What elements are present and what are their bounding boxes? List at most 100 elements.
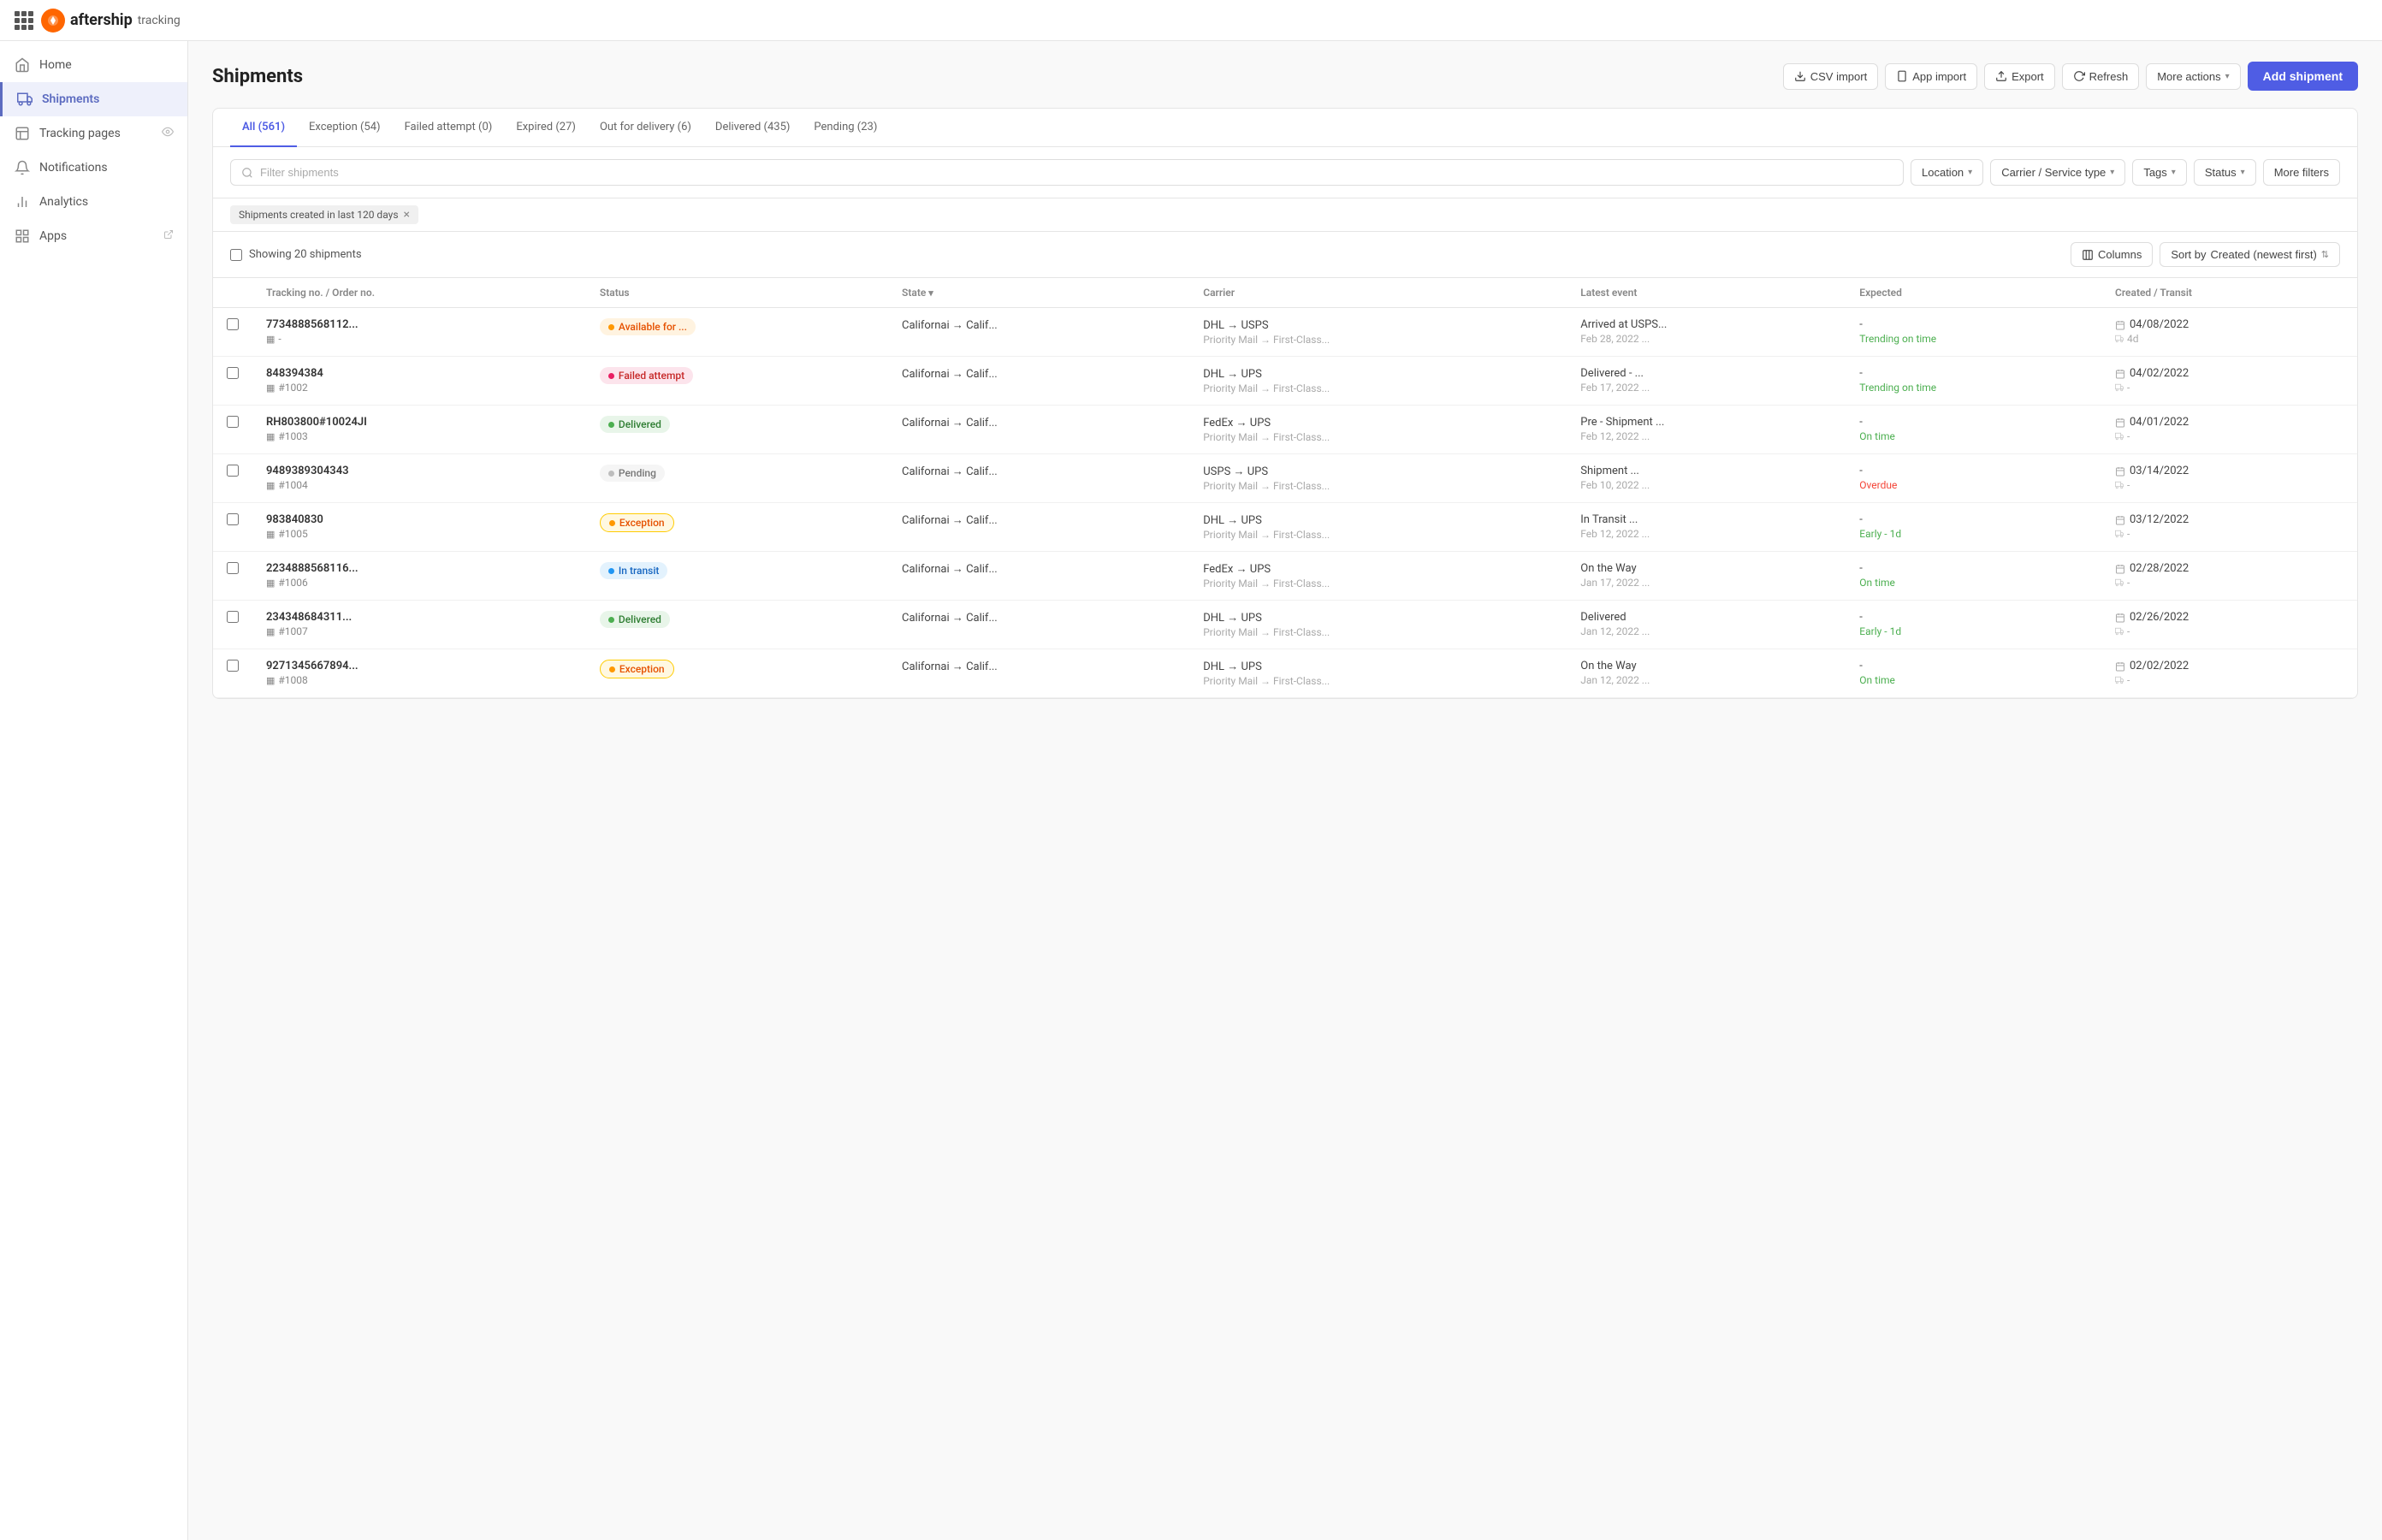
carrier-service-filter-button[interactable]: Carrier / Service type ▾ xyxy=(1990,159,2125,186)
created-cell: 02/26/2022 - xyxy=(2101,601,2357,649)
col-header-check xyxy=(213,278,252,308)
event-date: Feb 28, 2022 ... xyxy=(1580,333,1832,345)
row-checkbox[interactable] xyxy=(227,660,239,672)
order-icon: ▦ xyxy=(266,578,275,589)
tracking-cell: 7734888568112... ▦ - xyxy=(252,308,586,357)
sidebar-item-home[interactable]: Home xyxy=(0,48,187,82)
expected-main: - xyxy=(1859,416,2088,429)
add-shipment-button[interactable]: Add shipment xyxy=(2248,62,2358,91)
grid-menu-button[interactable] xyxy=(14,10,34,31)
tracking-cell: 983840830 ▦ #1005 xyxy=(252,503,586,552)
active-filter-close-button[interactable]: × xyxy=(404,209,410,221)
event-date: Feb 10, 2022 ... xyxy=(1580,479,1832,491)
table-action-buttons: Columns Sort by Created (newest first) ⇅ xyxy=(2071,242,2340,267)
expected-cell: - Trending on time xyxy=(1846,357,2101,406)
tab-delivered[interactable]: Delivered (435) xyxy=(703,109,802,147)
active-filter-tag: Shipments created in last 120 days × xyxy=(230,205,418,224)
truck-icon xyxy=(2115,530,2124,538)
table-row[interactable]: 7734888568112... ▦ - Available for ... C… xyxy=(213,308,2357,357)
row-checkbox[interactable] xyxy=(227,611,239,623)
tab-pending[interactable]: Pending (23) xyxy=(802,109,889,147)
status-badge: Exception xyxy=(600,513,674,532)
more-actions-button[interactable]: More actions ▾ xyxy=(2146,63,2240,90)
table-row[interactable]: 2234888568116... ▦ #1006 In transit Cali… xyxy=(213,552,2357,601)
carrier-sub: Priority Mail → First-Class... xyxy=(1203,626,1553,638)
tab-all[interactable]: All (561) xyxy=(230,109,297,147)
truck-icon xyxy=(2115,432,2124,441)
more-filters-button[interactable]: More filters xyxy=(2263,159,2340,186)
expected-sub: On time xyxy=(1859,674,2088,686)
tab-failed[interactable]: Failed attempt (0) xyxy=(393,109,505,147)
table-row[interactable]: 9271345667894... ▦ #1008 Exception Calif… xyxy=(213,649,2357,698)
location-filter-button[interactable]: Location ▾ xyxy=(1911,159,1983,186)
sidebar-item-tracking-pages[interactable]: Tracking pages xyxy=(0,116,187,151)
order-number: ▦ #1007 xyxy=(266,625,572,637)
table-row[interactable]: 983840830 ▦ #1005 Exception Californai →… xyxy=(213,503,2357,552)
more-actions-label: More actions xyxy=(2157,70,2220,83)
expected-cell: - On time xyxy=(1846,649,2101,698)
table-row[interactable]: 234348684311... ▦ #1007 Delivered Califo… xyxy=(213,601,2357,649)
select-all-checkbox[interactable] xyxy=(230,249,242,261)
header-actions: CSV import App import Export Refresh xyxy=(1783,62,2358,91)
expected-main: - xyxy=(1859,660,2088,672)
table-row[interactable]: 9489389304343 ▦ #1004 Pending Californai… xyxy=(213,454,2357,503)
state-cell: Californai → Calif... xyxy=(888,357,1189,406)
row-checkbox-cell xyxy=(213,601,252,649)
refresh-button[interactable]: Refresh xyxy=(2062,63,2140,90)
event-main: On the Way xyxy=(1580,660,1832,672)
order-icon: ▦ xyxy=(266,431,275,442)
row-checkbox[interactable] xyxy=(227,318,239,330)
order-icon: ▦ xyxy=(266,529,275,540)
status-cell: Failed attempt xyxy=(586,357,888,406)
col-header-state[interactable]: State ▾ xyxy=(888,278,1189,308)
table-row[interactable]: 848394384 ▦ #1002 Failed attempt Califor… xyxy=(213,357,2357,406)
sidebar-item-analytics[interactable]: Analytics xyxy=(0,185,187,219)
created-cell: 03/14/2022 - xyxy=(2101,454,2357,503)
logo: aftership tracking xyxy=(41,9,181,33)
status-filter-label: Status xyxy=(2205,166,2237,179)
tags-filter-button[interactable]: Tags ▾ xyxy=(2132,159,2187,186)
event-cell: In Transit ... Feb 12, 2022 ... xyxy=(1567,503,1846,552)
row-checkbox[interactable] xyxy=(227,416,239,428)
row-checkbox[interactable] xyxy=(227,367,239,379)
state-cell: Californai → Calif... xyxy=(888,503,1189,552)
notifications-icon xyxy=(14,159,31,176)
export-button[interactable]: Export xyxy=(1984,63,2055,90)
tab-expired[interactable]: Expired (27) xyxy=(504,109,588,147)
carrier-service-label: Carrier / Service type xyxy=(2001,166,2106,179)
event-date: Jan 12, 2022 ... xyxy=(1580,625,1832,637)
carrier-main: FedEx → UPS xyxy=(1203,416,1553,429)
tab-out-delivery[interactable]: Out for delivery (6) xyxy=(588,109,703,147)
apps-icon xyxy=(14,228,31,245)
logo-icon xyxy=(41,9,65,33)
created-date: 04/02/2022 xyxy=(2115,367,2343,380)
sidebar-item-notifications[interactable]: Notifications xyxy=(0,151,187,185)
tab-exception[interactable]: Exception (54) xyxy=(297,109,393,147)
carrier-cell: FedEx → UPS Priority Mail → First-Class.… xyxy=(1189,406,1567,454)
app-import-button[interactable]: App import xyxy=(1885,63,1977,90)
row-checkbox[interactable] xyxy=(227,562,239,574)
sidebar-item-shipments[interactable]: Shipments xyxy=(0,82,187,116)
row-checkbox-cell xyxy=(213,357,252,406)
order-number: ▦ - xyxy=(266,333,572,345)
truck-icon xyxy=(2115,627,2124,636)
columns-button[interactable]: Columns xyxy=(2071,242,2153,267)
event-main: Arrived at USPS... xyxy=(1580,318,1832,331)
grid-icon xyxy=(15,11,33,30)
expected-cell: - Overdue xyxy=(1846,454,2101,503)
row-checkbox[interactable] xyxy=(227,465,239,477)
event-cell: Shipment ... Feb 10, 2022 ... xyxy=(1567,454,1846,503)
sidebar-item-apps[interactable]: Apps xyxy=(0,219,187,253)
sort-button[interactable]: Sort by Created (newest first) ⇅ xyxy=(2160,242,2340,267)
calendar-icon xyxy=(2115,515,2125,525)
tabs-row: All (561) Exception (54) Failed attempt … xyxy=(213,109,2357,147)
csv-import-button[interactable]: CSV import xyxy=(1783,63,1878,90)
status-filter-button[interactable]: Status ▾ xyxy=(2194,159,2256,186)
search-input[interactable] xyxy=(260,166,1893,179)
row-checkbox[interactable] xyxy=(227,513,239,525)
tracking-cell: 234348684311... ▦ #1007 xyxy=(252,601,586,649)
shipments-icon xyxy=(16,91,33,108)
table-row[interactable]: RH803800#10024JI ▦ #1003 Delivered Calif… xyxy=(213,406,2357,454)
csv-import-label: CSV import xyxy=(1810,70,1867,83)
add-shipment-label: Add shipment xyxy=(2263,69,2343,83)
